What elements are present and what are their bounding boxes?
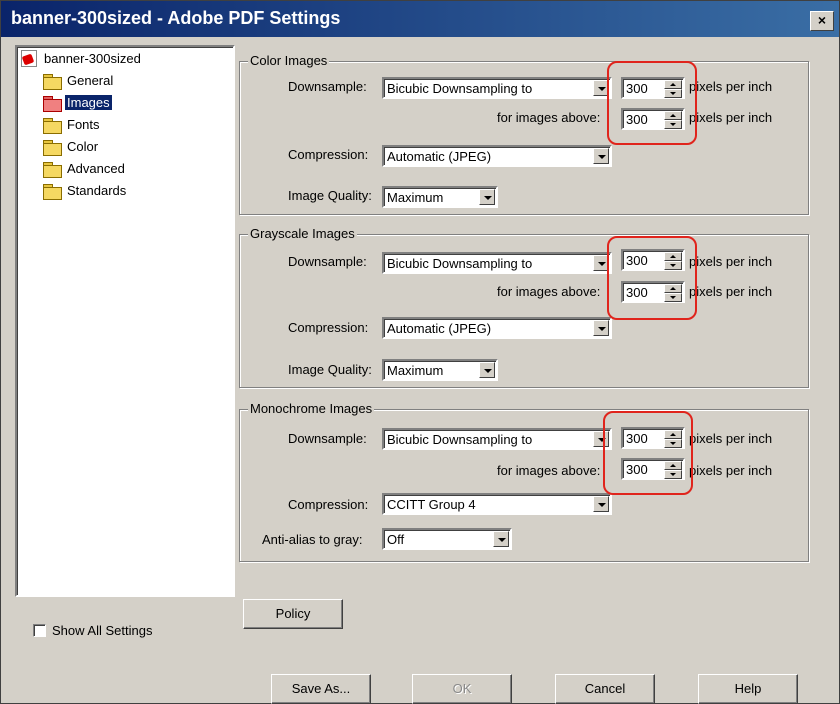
save-as-button[interactable]: Save As... — [271, 674, 371, 704]
mono-ppi-unit: pixels per inch — [689, 431, 773, 446]
group-title: Color Images — [248, 53, 330, 68]
tree-item-fonts[interactable]: Fonts — [43, 115, 102, 134]
mono-compression-label: Compression: — [288, 497, 369, 512]
gray-quality-label: Image Quality: — [288, 362, 372, 377]
color-downsample-select[interactable]: Bicubic Downsampling to — [382, 77, 612, 99]
mono-above-label: for images above: — [497, 463, 601, 478]
chevron-down-icon[interactable] — [593, 496, 609, 512]
color-quality-select[interactable]: Maximum — [382, 186, 498, 208]
chevron-down-icon[interactable] — [593, 148, 609, 164]
open-folder-icon — [43, 95, 62, 112]
folder-icon — [43, 117, 62, 134]
mono-antialias-label: Anti-alias to gray: — [262, 532, 363, 547]
chevron-down-icon[interactable] — [593, 320, 609, 336]
spin-up-icon[interactable] — [664, 284, 682, 293]
spin-up-icon[interactable] — [664, 252, 682, 261]
help-button[interactable]: Help — [698, 674, 798, 704]
cancel-button[interactable]: Cancel — [555, 674, 655, 704]
color-quality-label: Image Quality: — [288, 188, 372, 203]
tree-root[interactable]: banner-300sized — [21, 49, 143, 68]
gray-above-label: for images above: — [497, 284, 601, 299]
chevron-down-icon[interactable] — [593, 431, 609, 447]
color-ppi-unit: pixels per inch — [689, 79, 773, 94]
title-bar[interactable]: banner-300sized - Adobe PDF Settings × — [1, 1, 839, 37]
gray-above-stepper[interactable]: 300 — [621, 281, 685, 303]
color-above-label: for images above: — [497, 110, 601, 125]
chevron-down-icon[interactable] — [479, 189, 495, 205]
mono-antialias-select[interactable]: Off — [382, 528, 512, 550]
gray-compression-select[interactable]: Automatic (JPEG) — [382, 317, 612, 339]
folder-icon — [43, 161, 62, 178]
tree-item-images[interactable]: Images — [43, 93, 112, 112]
gray-ppi-unit: pixels per inch — [689, 254, 773, 269]
tree-item-general[interactable]: General — [43, 71, 115, 90]
spin-down-icon[interactable] — [664, 439, 682, 448]
color-compression-select[interactable]: Automatic (JPEG) — [382, 145, 612, 167]
show-all-settings-checkbox[interactable] — [33, 624, 46, 637]
color-compression-label: Compression: — [288, 147, 369, 162]
gray-ppi-stepper[interactable]: 300 — [621, 249, 685, 271]
chevron-down-icon[interactable] — [479, 362, 495, 378]
chevron-down-icon[interactable] — [593, 255, 609, 271]
color-downsample-label: Downsample: — [288, 79, 367, 94]
spin-up-icon[interactable] — [664, 430, 682, 439]
tree-item-color[interactable]: Color — [43, 137, 100, 156]
spin-down-icon[interactable] — [664, 89, 682, 98]
gray-above-unit: pixels per inch — [689, 284, 773, 299]
spin-up-icon[interactable] — [664, 461, 682, 470]
spin-up-icon[interactable] — [664, 111, 682, 120]
folder-icon — [43, 73, 62, 90]
spin-down-icon[interactable] — [664, 293, 682, 302]
show-all-settings[interactable]: Show All Settings — [33, 623, 152, 638]
pdf-settings-icon — [21, 50, 37, 67]
gray-downsample-select[interactable]: Bicubic Downsampling to — [382, 252, 612, 274]
spin-down-icon[interactable] — [664, 470, 682, 479]
policy-button[interactable]: Policy — [243, 599, 343, 629]
mono-above-stepper[interactable]: 300 — [621, 458, 685, 480]
close-button[interactable]: × — [810, 11, 834, 31]
color-above-unit: pixels per inch — [689, 110, 773, 125]
mono-above-unit: pixels per inch — [689, 463, 773, 478]
mono-downsample-label: Downsample: — [288, 431, 367, 446]
tree-item-standards[interactable]: Standards — [43, 181, 128, 200]
ok-button[interactable]: OK — [412, 674, 512, 704]
folder-icon — [43, 139, 62, 156]
gray-downsample-label: Downsample: — [288, 254, 367, 269]
pdf-settings-dialog: banner-300sized - Adobe PDF Settings × b… — [0, 0, 840, 704]
group-title: Monochrome Images — [248, 401, 375, 416]
gray-compression-label: Compression: — [288, 320, 369, 335]
color-ppi-stepper[interactable]: 300 — [621, 77, 685, 99]
group-title: Grayscale Images — [248, 226, 357, 241]
mono-downsample-select[interactable]: Bicubic Downsampling to — [382, 428, 612, 450]
show-all-settings-label: Show All Settings — [52, 623, 153, 638]
color-above-stepper[interactable]: 300 — [621, 108, 685, 130]
settings-tree[interactable]: banner-300sized General Images Fonts Col… — [15, 45, 235, 597]
chevron-down-icon[interactable] — [593, 80, 609, 96]
spin-up-icon[interactable] — [664, 80, 682, 89]
window-title: banner-300sized - Adobe PDF Settings — [11, 8, 341, 28]
spin-down-icon[interactable] — [664, 261, 682, 270]
folder-icon — [43, 183, 62, 200]
spin-down-icon[interactable] — [664, 120, 682, 129]
mono-compression-select[interactable]: CCITT Group 4 — [382, 493, 612, 515]
chevron-down-icon[interactable] — [493, 531, 509, 547]
mono-ppi-stepper[interactable]: 300 — [621, 427, 685, 449]
tree-item-advanced[interactable]: Advanced — [43, 159, 127, 178]
gray-quality-select[interactable]: Maximum — [382, 359, 498, 381]
